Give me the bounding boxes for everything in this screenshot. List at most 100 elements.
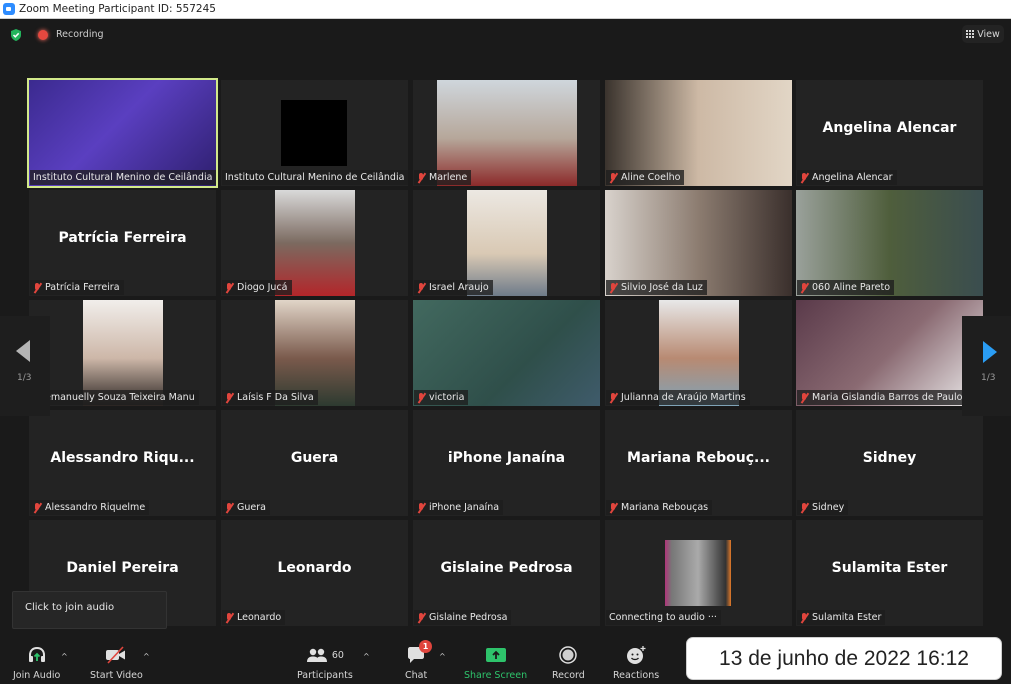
participant-tile[interactable]: Angelina Alencar Angelina Alencar	[796, 80, 983, 186]
reactions-button[interactable]: Reactions	[613, 645, 659, 681]
participant-display-name: iPhone Janaína	[447, 450, 566, 466]
participant-display-name: Daniel Pereira	[66, 560, 179, 576]
participant-name-label: Instituto Cultural Menino de Ceilândia	[222, 170, 408, 185]
recording-indicator-icon	[38, 30, 48, 40]
participant-tile[interactable]: Julianna de Araújo Martins	[605, 300, 792, 406]
participant-name: Instituto Cultural Menino de Ceilândia	[33, 172, 213, 183]
participant-tile[interactable]: emanuelly Souza Teixeira Manu	[29, 300, 216, 406]
participant-tile[interactable]: Patrícia Ferreira Patrícia Ferreira	[29, 190, 216, 296]
participant-tile[interactable]: victoria	[413, 300, 600, 406]
participant-tile[interactable]: Israel Araujo	[413, 190, 600, 296]
participant-name-label: Leonardo	[222, 610, 286, 625]
arrow-left-icon	[16, 340, 30, 362]
participant-name-label: Maria Gislandia Barros de Paulo	[797, 390, 967, 405]
chat-button[interactable]: 1 Chat	[405, 640, 433, 681]
participant-display-name: Gislaine Pedrosa	[440, 560, 573, 576]
participant-tile[interactable]: Marlene	[413, 80, 600, 186]
participant-display-name: Alessandro Riqu...	[50, 450, 195, 466]
participant-name: Sulamita Ester	[812, 612, 882, 623]
previous-page-button[interactable]: 1/3	[0, 316, 50, 416]
start-video-button[interactable]: Start Video	[90, 645, 143, 681]
participant-name-label: Alessandro Riquelme	[30, 500, 150, 515]
participant-tile[interactable]: iPhone Janaína iPhone Janaína	[413, 410, 600, 516]
participant-tile[interactable]: 060 Aline Pareto	[796, 190, 983, 296]
mic-muted-icon	[609, 392, 618, 403]
participant-name: Silvio José da Luz	[621, 282, 703, 293]
participant-name-label: 060 Aline Pareto	[797, 280, 895, 295]
participant-tile[interactable]: Laísis F Da Silva	[221, 300, 408, 406]
next-page-button[interactable]: 1/3	[962, 316, 1011, 416]
join-audio-button[interactable]: Join Audio	[13, 645, 60, 681]
mic-muted-icon	[225, 502, 234, 513]
mic-muted-icon	[417, 282, 426, 293]
share-screen-icon	[485, 648, 506, 662]
participant-name-label: Israel Araujo	[414, 280, 493, 295]
participant-tile[interactable]: Alessandro Riqu... Alessandro Riquelme	[29, 410, 216, 516]
participant-name: Laísis F Da Silva	[237, 392, 314, 403]
mic-muted-icon	[225, 392, 234, 403]
view-button[interactable]: View	[962, 25, 1004, 43]
mic-muted-icon	[800, 502, 809, 513]
participant-name-label: Guera	[222, 500, 270, 515]
reactions-label: Reactions	[613, 670, 660, 681]
participant-display-name: Sulamita Ester	[831, 560, 948, 576]
recording-label[interactable]: Recording	[56, 29, 104, 40]
gallery-grid: Instituto Cultural Menino de Ceilândia In…	[27, 78, 984, 626]
participant-name-label: Mariana Rebouças	[606, 500, 713, 515]
participant-name: Julianna de Araújo Martins	[621, 392, 746, 403]
audio-options-caret[interactable]: ^	[61, 652, 68, 661]
mic-muted-icon	[33, 282, 42, 293]
video-off-icon	[106, 646, 126, 664]
participant-tile[interactable]: Gislaine Pedrosa Gislaine Pedrosa	[413, 520, 600, 626]
participant-tile[interactable]: Guera Guera	[221, 410, 408, 516]
participant-name: Aline Coelho	[621, 172, 681, 183]
join-audio-label: Join Audio	[13, 670, 61, 681]
record-label: Record	[552, 670, 585, 681]
participant-name: Israel Araujo	[429, 282, 489, 293]
participants-options-caret[interactable]: ^	[363, 652, 370, 661]
window-titlebar: Zoom Meeting Participant ID: 557245	[0, 0, 1011, 19]
participant-name: Instituto Cultural Menino de Ceilândia	[225, 172, 405, 183]
mic-muted-icon	[417, 392, 426, 403]
page-indicator-left: 1/3	[17, 373, 32, 383]
video-options-caret[interactable]: ^	[143, 652, 150, 661]
participant-display-name: Sidney	[862, 450, 917, 466]
participant-tile[interactable]: Leonardo Leonardo	[221, 520, 408, 626]
mic-muted-icon	[609, 172, 618, 183]
participant-tile[interactable]: Maria Gislandia Barros de Paulo	[796, 300, 983, 406]
participants-button[interactable]: 60 Participants	[297, 645, 353, 681]
participant-name: Angelina Alencar	[812, 172, 893, 183]
participant-tile[interactable]: Instituto Cultural Menino de Ceilândia	[27, 78, 218, 188]
participants-count: 60	[331, 649, 344, 661]
view-button-label: View	[977, 28, 1000, 40]
participant-name-label: Sidney	[797, 500, 849, 515]
shield-check-icon[interactable]	[9, 28, 23, 42]
participant-name-label: Patrícia Ferreira	[30, 280, 124, 295]
participant-display-name: Angelina Alencar	[822, 120, 957, 136]
arrow-right-icon	[983, 341, 997, 363]
participant-name-label: Angelina Alencar	[797, 170, 897, 185]
participant-name-label: Gislaine Pedrosa	[414, 610, 512, 625]
participant-tile[interactable]: Instituto Cultural Menino de Ceilândia	[221, 80, 408, 186]
participant-tile[interactable]: Connecting to audio ···	[605, 520, 792, 626]
participant-name-label: Sulamita Ester	[797, 610, 886, 625]
mic-muted-icon	[33, 502, 42, 513]
participant-tile[interactable]: Silvio José da Luz	[605, 190, 792, 296]
participant-tile[interactable]: Aline Coelho	[605, 80, 792, 186]
participant-name-label: Connecting to audio ···	[606, 610, 721, 625]
participant-name-label: Instituto Cultural Menino de Ceilândia	[30, 170, 216, 185]
chat-options-caret[interactable]: ^	[439, 652, 446, 661]
participant-tile[interactable]: Diogo Jucá	[221, 190, 408, 296]
record-button[interactable]: Record	[552, 645, 585, 681]
clown-logo-image	[281, 100, 347, 166]
participant-tile[interactable]: Sulamita Ester Sulamita Ester	[796, 520, 983, 626]
mic-muted-icon	[417, 612, 426, 623]
share-screen-button[interactable]: Share Screen	[464, 645, 527, 681]
participant-name: Maria Gislandia Barros de Paulo	[812, 392, 963, 403]
participant-name: Diogo Jucá	[237, 282, 288, 293]
participant-name-label: Diogo Jucá	[222, 280, 292, 295]
participant-tile[interactable]: Sidney Sidney	[796, 410, 983, 516]
participant-tile[interactable]: Mariana Rebouç... Mariana Rebouças	[605, 410, 792, 516]
participants-label: Participants	[297, 670, 353, 681]
record-icon	[559, 646, 578, 664]
